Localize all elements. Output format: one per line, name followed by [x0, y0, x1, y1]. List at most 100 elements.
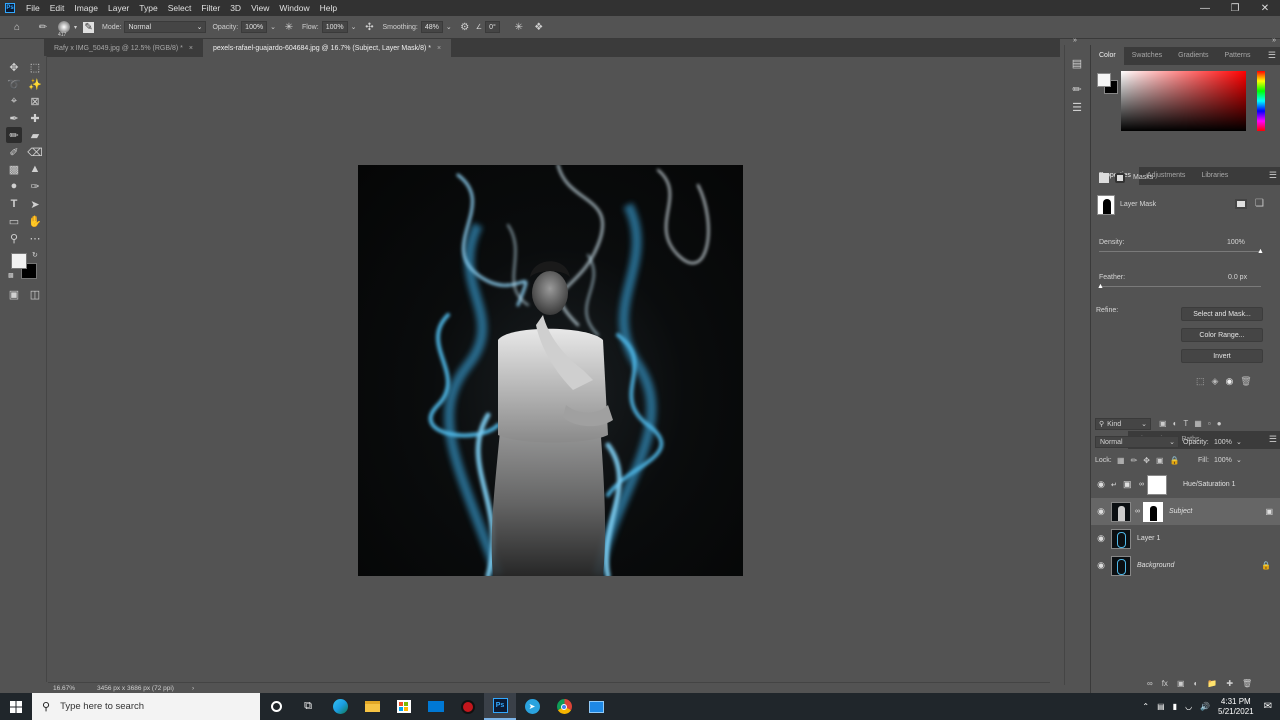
collapse-arrows-icon[interactable]: » [1272, 37, 1276, 44]
zoom-level[interactable]: 16.67% [53, 685, 97, 692]
menu-filter[interactable]: Filter [196, 0, 225, 16]
flow-input[interactable]: 100% [321, 21, 348, 33]
layer-thumbnail[interactable] [1111, 501, 1131, 522]
eyedropper-tool-icon[interactable]: ✒ [6, 110, 22, 126]
chevron-down-icon[interactable]: ⌄ [1236, 456, 1242, 464]
chevron-down-icon[interactable]: ⌄ [270, 23, 276, 31]
close-icon[interactable]: × [189, 45, 193, 52]
home-icon[interactable]: ⌂ [10, 20, 24, 34]
network-icon[interactable]: ▤ [1157, 702, 1165, 711]
type-tool-icon[interactable]: T [6, 196, 22, 212]
pixel-mask-icon[interactable] [1099, 173, 1109, 183]
photos-app-icon[interactable] [580, 693, 612, 720]
battery-icon[interactable]: ▮ [1173, 702, 1177, 711]
more-tools-icon[interactable]: ⋯ [27, 230, 43, 246]
crop-tool-icon[interactable]: ⌖ [6, 93, 22, 109]
shape-filter-icon[interactable]: ▦ [1194, 419, 1202, 428]
mode-select[interactable]: Normal ⌄ [124, 21, 207, 33]
notifications-icon[interactable]: ✉ [1264, 701, 1272, 712]
menu-image[interactable]: Image [69, 0, 103, 16]
collapse-arrows-icon[interactable]: » [1073, 37, 1077, 44]
layer-filter-kind-select[interactable]: ⚲ Kind ⌄ [1095, 418, 1151, 430]
blend-mode-select[interactable]: Normal ⌄ [1095, 436, 1179, 448]
chevron-down-icon[interactable]: ⌄ [446, 23, 452, 31]
feather-slider[interactable] [1099, 286, 1261, 287]
lock-all-icon[interactable]: 🔒 [1170, 456, 1180, 465]
symmetry-icon[interactable]: ❖ [532, 20, 546, 34]
layer-row-layer-1[interactable]: ◉ Layer 1 [1091, 525, 1280, 552]
gradient-tool-icon[interactable]: ▩ [6, 161, 22, 177]
feather-slider-handle[interactable]: ▲ [1097, 283, 1104, 290]
menu-file[interactable]: File [21, 0, 45, 16]
windows-start-icon[interactable] [0, 693, 32, 720]
color-picker-field[interactable] [1121, 71, 1246, 131]
adjustment-filter-icon[interactable]: ◐ [1173, 419, 1178, 428]
zoom-tool-icon[interactable]: ⚲ [6, 230, 22, 246]
pixel-filter-icon[interactable]: ▣ [1159, 419, 1167, 428]
dodge-tool-icon[interactable]: ● [6, 178, 22, 194]
layer-mask-thumbnail[interactable] [1143, 501, 1163, 522]
layer-row-hue-saturation[interactable]: ◉ ↵ ▣ ∞ Hue/Saturation 1 [1091, 471, 1280, 498]
link-icon[interactable]: ∞ [1139, 481, 1147, 488]
smart-object-filter-icon[interactable]: ▫ [1208, 419, 1211, 428]
tab-rafy-img[interactable]: Rafy x IMG_5049.jpg @ 12.5% (RGB/8) * × [44, 39, 203, 57]
clone-stamp-tool-icon[interactable]: ▰ [27, 127, 43, 143]
layer-row-background[interactable]: ◉ Background 🔒 [1091, 552, 1280, 579]
layer-mask-thumbnail[interactable] [1097, 195, 1115, 215]
select-and-mask-button[interactable]: Select and Mask... [1181, 307, 1263, 321]
screen-mode-icon[interactable]: ◫ [27, 286, 43, 302]
link-icon[interactable]: ∞ [1135, 508, 1143, 515]
microsoft-store-icon[interactable] [388, 693, 420, 720]
invert-button[interactable]: Invert [1181, 349, 1263, 363]
lock-position-icon[interactable]: ✥ [1143, 456, 1150, 465]
density-slider[interactable] [1099, 251, 1261, 252]
move-tool-icon[interactable]: ✥ [6, 59, 22, 75]
tab-color[interactable]: Color [1091, 47, 1124, 65]
document-info[interactable]: 3456 px x 3686 px (72 ppi) [97, 685, 174, 692]
mail-icon[interactable] [420, 693, 452, 720]
trash-icon[interactable]: 🗑 [1242, 679, 1252, 688]
photoshop-taskbar-icon[interactable]: Ps [484, 693, 516, 720]
gear-icon[interactable]: ⚙ [458, 20, 472, 34]
tab-pexels-image[interactable]: pexels-rafael-guajardo-604684.jpg @ 16.7… [202, 39, 452, 57]
layer-opacity-value[interactable]: 100% [1214, 439, 1232, 446]
chevron-right-icon[interactable]: › [192, 685, 194, 692]
layer-row-subject[interactable]: ◉ ∞ Subject ▣ [1091, 498, 1280, 525]
eye-icon[interactable]: ◉ [1091, 560, 1111, 571]
document-canvas[interactable] [358, 165, 743, 576]
close-icon[interactable]: × [437, 45, 441, 52]
lock-artboard-icon[interactable]: ▣ [1156, 456, 1164, 465]
menu-3d[interactable]: 3D [225, 0, 246, 16]
chevron-down-icon[interactable]: ⌄ [1236, 438, 1242, 446]
close-icon[interactable]: ✕ [1250, 0, 1280, 16]
rectangle-tool-icon[interactable]: ▭ [6, 213, 22, 229]
fill-value[interactable]: 100% [1214, 457, 1232, 464]
hue-slider[interactable] [1257, 71, 1265, 131]
color-range-button[interactable]: Color Range... [1181, 328, 1263, 342]
fx-icon[interactable]: fx [1162, 679, 1168, 688]
taskbar-search-box[interactable]: ⚲ Type here to search [32, 693, 260, 720]
layer-mask-thumbnail[interactable] [1147, 474, 1167, 495]
density-value[interactable]: 100% [1227, 239, 1245, 246]
link-layers-icon[interactable]: ∞ [1147, 679, 1153, 688]
tab-gradients[interactable]: Gradients [1170, 47, 1216, 65]
adjust-sliders-icon[interactable]: ☰ [1069, 99, 1085, 115]
task-view-icon[interactable]: ⧉ [292, 693, 324, 720]
tab-libraries[interactable]: Libraries [1193, 167, 1236, 185]
restore-icon[interactable]: ❐ [1220, 0, 1250, 16]
vector-mask-icon[interactable] [1115, 173, 1125, 183]
pen-tool-icon[interactable]: ✑ [27, 178, 43, 194]
layer-name[interactable]: Hue/Saturation 1 [1183, 481, 1236, 488]
pressure-opacity-icon[interactable]: ✳ [282, 20, 296, 34]
add-mask-icon[interactable]: ▣ [1177, 679, 1185, 688]
airbrush-icon[interactable]: ✣ [362, 20, 376, 34]
lock-transparent-icon[interactable]: ▦ [1117, 456, 1125, 465]
clock[interactable]: 4:31 PM 5/21/2021 [1218, 697, 1254, 717]
menu-type[interactable]: Type [134, 0, 162, 16]
brush-settings-icon[interactable]: ✎ [83, 21, 95, 33]
type-filter-icon[interactable]: T [1183, 419, 1188, 428]
healing-brush-tool-icon[interactable]: ✚ [27, 110, 43, 126]
blur-tool-icon[interactable]: ▲ [27, 161, 43, 177]
frame-tool-icon[interactable]: ⊠ [27, 93, 43, 109]
photoshop-logo-icon[interactable]: Ps [5, 3, 15, 13]
